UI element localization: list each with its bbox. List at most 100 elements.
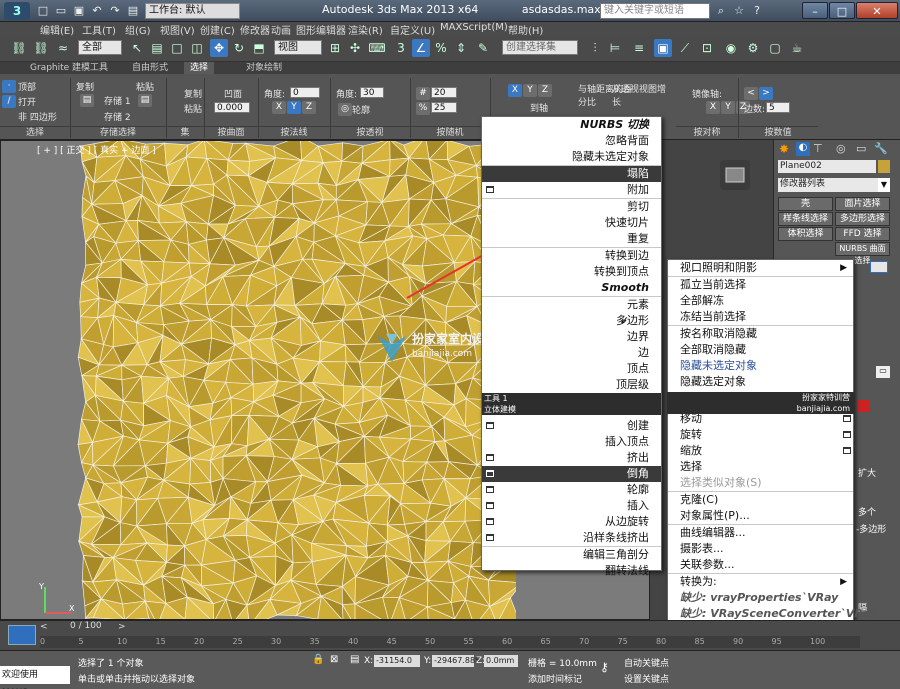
redo-icon[interactable]: ↷ bbox=[108, 4, 122, 18]
angle-snap-icon[interactable]: ∠ bbox=[412, 39, 430, 57]
sym-y-button[interactable]: Y bbox=[523, 84, 537, 97]
menu-item[interactable]: 视口照明和阴影 ▶ bbox=[668, 260, 853, 276]
panel-icon[interactable]: ▭ bbox=[876, 366, 890, 378]
menu-item[interactable]: 从边旋转 bbox=[482, 514, 661, 530]
panel-footer-random[interactable]: 按随机 bbox=[410, 126, 490, 139]
menu-item[interactable]: 顶点 bbox=[482, 361, 661, 377]
x-coord-input[interactable]: -31154.0 bbox=[374, 655, 420, 667]
settings-box-icon[interactable] bbox=[486, 518, 494, 525]
select-scale-icon[interactable]: ⬒ bbox=[250, 39, 268, 57]
object-color-swatch[interactable] bbox=[878, 160, 890, 173]
select-object-icon[interactable]: ↖ bbox=[128, 39, 146, 57]
menu-help[interactable]: 帮助(H) bbox=[508, 22, 543, 37]
menu-maxscript[interactable]: MAXScript(M) bbox=[440, 22, 508, 33]
settings-box-icon[interactable] bbox=[486, 486, 494, 493]
help-icon[interactable]: ? bbox=[750, 4, 764, 18]
menu-item[interactable]: 多边形 ✓ bbox=[482, 313, 661, 329]
angle2-value-input[interactable]: 30 bbox=[360, 87, 384, 98]
copy-button-1[interactable]: 复制 bbox=[76, 80, 94, 93]
panel-footer-sets[interactable]: 集 bbox=[166, 126, 204, 139]
modifier-stack-item[interactable] bbox=[870, 261, 888, 273]
render-icon[interactable]: ☕ bbox=[788, 39, 806, 57]
store-1-button[interactable]: 存储 1 bbox=[104, 94, 131, 107]
menu-item[interactable]: 重复 bbox=[482, 231, 661, 247]
axis-z-button[interactable]: Z bbox=[302, 101, 316, 114]
ribbon-nonquad-toggle[interactable]: 非 四边形 bbox=[18, 110, 57, 123]
hold-icon[interactable]: ▤ bbox=[126, 4, 140, 18]
menu-item[interactable]: 按名称取消隐藏 bbox=[668, 326, 853, 342]
less-icon[interactable]: < bbox=[744, 87, 758, 100]
ffd-select-button[interactable]: FFD 选择 bbox=[835, 227, 890, 241]
create-tab-icon[interactable]: ✸ bbox=[779, 142, 793, 156]
menu-item[interactable]: 剪切 bbox=[482, 199, 661, 215]
menu-item[interactable]: 缺少: vrayProperties`VRay bbox=[668, 590, 853, 606]
open-file-icon[interactable]: ▭ bbox=[54, 4, 68, 18]
menu-item[interactable]: 关联参数... bbox=[668, 557, 853, 573]
settings-box-icon[interactable] bbox=[486, 422, 494, 429]
link-icon[interactable]: ⛓ bbox=[10, 39, 28, 57]
menu-item[interactable]: 忽略背面 bbox=[482, 133, 661, 149]
snap-toggle-icon[interactable]: 3 bbox=[392, 39, 410, 57]
align-icon[interactable]: ⊨ bbox=[606, 39, 624, 57]
menu-item[interactable]: 沿样条线挤出 bbox=[482, 530, 661, 546]
menu-item[interactable]: 翻转法线 bbox=[482, 563, 661, 579]
panel-footer-select[interactable]: 选择 bbox=[0, 126, 70, 139]
y-coord-input[interactable]: -29467.885 bbox=[432, 655, 480, 667]
ribbon-top-toggle[interactable]: 顶部 bbox=[18, 80, 36, 93]
unlink-icon[interactable]: ⛓ bbox=[32, 39, 50, 57]
menu-item[interactable]: 挤出 bbox=[482, 450, 661, 466]
track-bar[interactable]: 0 5 10 15 20 25 30 35 40 45 50 55 60 65 70 75 80 85 90 95 10… bbox=[40, 636, 860, 648]
workspace-dropdown[interactable]: 工作台: 默认 bbox=[145, 3, 240, 19]
mirror-y-button[interactable]: Y bbox=[721, 101, 735, 114]
poly-select-button[interactable]: 多边形选择 bbox=[835, 212, 890, 226]
select-by-name-icon[interactable]: ▤ bbox=[148, 39, 166, 57]
menu-item[interactable]: 编辑三角剖分 bbox=[482, 547, 661, 563]
paste-button-1[interactable]: 粘贴 bbox=[136, 80, 154, 93]
new-file-icon[interactable]: □ bbox=[36, 4, 50, 18]
bind-spacewarp-icon[interactable]: ≈ bbox=[54, 39, 72, 57]
menu-item[interactable]: 孤立当前选择 bbox=[668, 277, 853, 293]
chevron-down-icon[interactable]: ▼ bbox=[878, 178, 890, 192]
edges-value-input[interactable]: 5 bbox=[766, 102, 790, 113]
menu-customize[interactable]: 自定义(U) bbox=[390, 22, 435, 37]
menu-item[interactable]: 全部取消隐藏 bbox=[668, 342, 853, 358]
settings-box-icon[interactable] bbox=[486, 454, 494, 461]
concave-toggle[interactable]: 凹面 bbox=[224, 87, 242, 100]
menu-item[interactable]: 快速切片 bbox=[482, 215, 661, 231]
keyboard-shortcut-icon[interactable]: ⌨ bbox=[368, 39, 386, 57]
concave-value-input[interactable]: 0.000 bbox=[214, 102, 250, 113]
menu-item[interactable]: 元素 bbox=[482, 297, 661, 313]
random-count-input[interactable]: 20 bbox=[431, 87, 457, 98]
key-mode-icon[interactable]: ⚷ bbox=[600, 660, 618, 674]
paste-button-2[interactable]: 粘贴 bbox=[184, 102, 202, 115]
menu-item[interactable]: 冻结当前选择 bbox=[668, 309, 853, 325]
menu-item[interactable]: 隐藏未选定对象 bbox=[482, 149, 661, 165]
vol-select-button[interactable]: 体积选择 bbox=[778, 227, 833, 241]
paste-icon[interactable]: ▤ bbox=[138, 94, 152, 107]
panel-footer-numeric[interactable]: 按数值 bbox=[738, 126, 818, 139]
axis-y-button[interactable]: Y bbox=[287, 101, 301, 114]
panel-footer-symmetry[interactable]: 按对称 bbox=[676, 126, 738, 139]
minimize-button[interactable]: – bbox=[802, 2, 828, 19]
isolate-icon[interactable]: ⊠ bbox=[330, 654, 342, 666]
sym-x-button[interactable]: X bbox=[508, 84, 522, 97]
random-percent-input[interactable]: 25 bbox=[431, 102, 457, 113]
outline-toggle[interactable]: 轮廓 bbox=[352, 103, 370, 116]
viewport-label[interactable]: [ + ] [ 正交 ] [ 真实 + 边面 ] bbox=[37, 143, 156, 156]
menu-item[interactable]: 创建 bbox=[482, 418, 661, 434]
render-frame-icon[interactable]: ▢ bbox=[766, 39, 784, 57]
hierarchy-tab-icon[interactable]: ⊤ bbox=[813, 142, 827, 156]
maximize-button[interactable]: □ bbox=[829, 2, 855, 19]
menu-item[interactable]: 选择 bbox=[668, 459, 853, 475]
tab-freeform[interactable]: 自由形式 bbox=[126, 62, 174, 74]
menu-item[interactable]: 插入顶点 bbox=[482, 434, 661, 450]
schematic-view-icon[interactable]: ⊡ bbox=[698, 39, 716, 57]
menu-item[interactable]: 隐藏选定对象 bbox=[668, 374, 853, 390]
menu-item[interactable]: 塌陷 bbox=[482, 166, 661, 182]
copy-button-2[interactable]: 复制 bbox=[184, 87, 202, 100]
tab-graphite[interactable]: Graphite 建模工具 bbox=[24, 62, 114, 74]
panel-footer-surface[interactable]: 按曲面 bbox=[204, 126, 258, 139]
menu-item[interactable]: 转换到顶点 bbox=[482, 264, 661, 280]
close-button[interactable]: ✕ bbox=[856, 2, 898, 19]
maxscript-listener[interactable]: 欢迎使用 MAXSc bbox=[0, 666, 70, 689]
